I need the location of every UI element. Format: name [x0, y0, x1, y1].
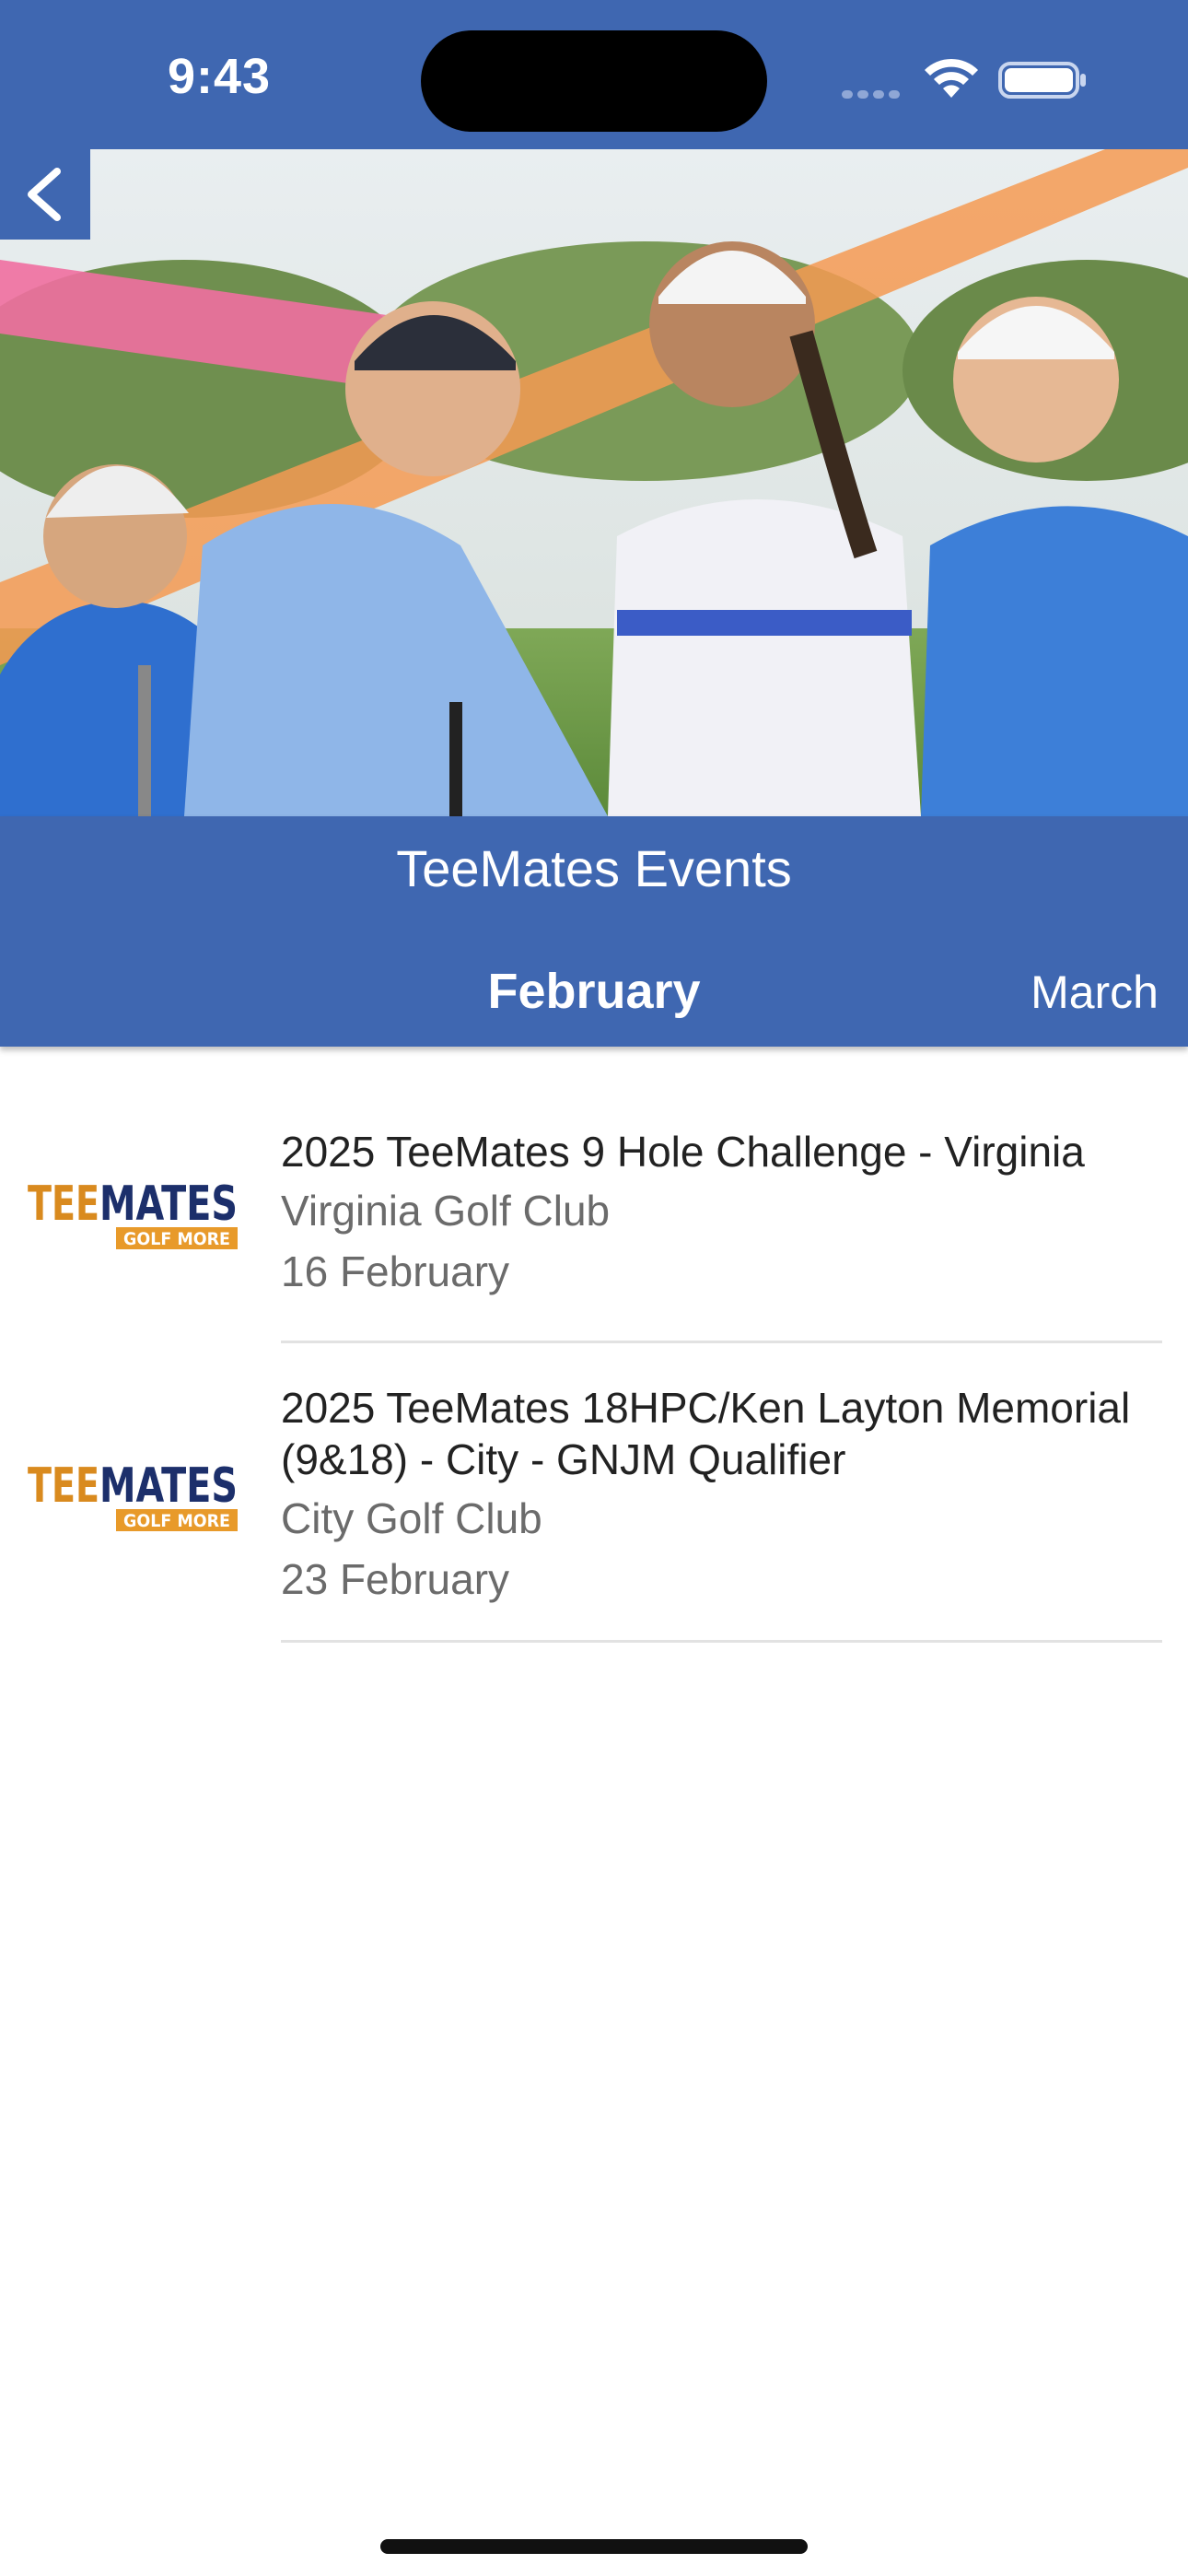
status-bar: 9:43	[0, 0, 1188, 149]
event-venue: Virginia Golf Club	[281, 1187, 611, 1235]
page-title: TeeMates Events	[396, 839, 792, 897]
wifi-icon	[925, 58, 978, 98]
svg-text:MATES: MATES	[99, 1458, 238, 1514]
svg-text:TEE: TEE	[28, 1458, 99, 1514]
event-row[interactable]: TEE MATES GOLF MORE 2025 TeeMates 9 Hole…	[0, 1106, 1188, 1345]
tab-february[interactable]: February	[0, 963, 1188, 1020]
teemates-logo: TEE MATES GOLF MORE	[28, 1177, 238, 1249]
event-row[interactable]: TEE MATES GOLF MORE 2025 TeeMates 18HPC/…	[0, 1360, 1188, 1636]
list-divider	[281, 1640, 1162, 1643]
svg-text:TEE: TEE	[28, 1177, 99, 1232]
svg-text:GOLF MORE: GOLF MORE	[123, 1229, 230, 1249]
dynamic-island	[421, 30, 767, 132]
event-venue: City Golf Club	[281, 1494, 542, 1542]
battery-icon	[998, 62, 1086, 99]
event-date: 23 February	[281, 1555, 510, 1603]
status-time: 9:43	[168, 49, 272, 104]
list-divider	[281, 1341, 1162, 1343]
event-date: 16 February	[281, 1247, 510, 1295]
cellular-signal-icon	[842, 87, 904, 103]
teemates-logo: TEE MATES GOLF MORE	[28, 1458, 238, 1531]
event-title: 2025 TeeMates 18HPC/Ken Layton Memorial …	[281, 1384, 1131, 1483]
chevron-left-icon	[28, 168, 61, 221]
hero-photo	[0, 149, 1188, 816]
svg-text:GOLF MORE: GOLF MORE	[123, 1511, 230, 1531]
back-button[interactable]	[0, 149, 90, 240]
event-title: 2025 TeeMates 9 Hole Challenge - Virgini…	[281, 1128, 1085, 1176]
home-indicator[interactable]	[380, 2539, 808, 2554]
svg-text:MATES: MATES	[99, 1177, 238, 1232]
tab-march[interactable]: March	[1031, 966, 1159, 1019]
